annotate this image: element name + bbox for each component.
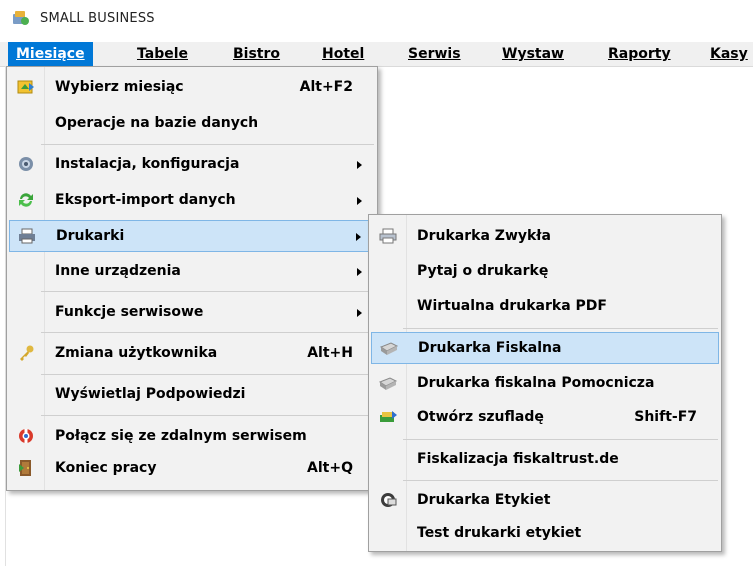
menu-item-zmiana-uzytkownika[interactable]: Zmiana użytkownika Alt+H	[9, 338, 375, 368]
menu-item-funkcje-serwisowe[interactable]: Funkcje serwisowe	[9, 297, 375, 327]
shortcut-label: Shift-F7	[634, 409, 697, 425]
key-icon	[16, 343, 36, 363]
shortcut-label: Alt+H	[307, 345, 353, 361]
menu-bistro[interactable]: Bistro	[233, 42, 280, 66]
menu-item-label: Drukarka fiskalna Pomocnicza	[417, 375, 655, 391]
menu-item-drukarki[interactable]: Drukarki	[9, 220, 375, 252]
menu-item-label: Drukarka Fiskalna	[418, 340, 562, 356]
menu-item-label: Fiskalizacja fiskaltrust.de	[417, 451, 619, 467]
menu-item-otworz-szuflade[interactable]: Otwórz szufladę Shift-F7	[371, 402, 719, 432]
menu-wystaw[interactable]: Wystaw	[502, 42, 564, 66]
menu-item-label: Drukarki	[56, 228, 125, 244]
label-printer-icon	[378, 490, 398, 510]
printer-icon	[378, 226, 398, 246]
fiscal-printer-icon	[378, 373, 398, 393]
menu-serwis[interactable]: Serwis	[408, 42, 461, 66]
menu-separator	[41, 415, 374, 416]
menu-item-label: Eksport-import danych	[55, 192, 236, 208]
menu-item-eksport-import[interactable]: Eksport-import danych	[9, 185, 375, 215]
menu-item-wirtualna-pdf[interactable]: Wirtualna drukarka PDF	[371, 291, 719, 321]
submenu-arrow-icon	[357, 268, 362, 276]
menu-item-koniec-pracy[interactable]: Koniec pracy Alt+Q	[9, 453, 375, 483]
menu-item-instalacja[interactable]: Instalacja, konfiguracja	[9, 149, 375, 179]
menu-item-label: Połącz się ze zdalnym serwisem	[55, 428, 307, 444]
menu-item-drukarka-etykiet[interactable]: Drukarka Etykiet	[371, 485, 719, 515]
menu-item-polacz-serwis[interactable]: Połącz się ze zdalnym serwisem	[9, 421, 375, 451]
submenu-arrow-icon	[357, 161, 362, 169]
miesiace-dropdown: Wybierz miesiąc Alt+F2 Operacje na bazie…	[6, 66, 378, 491]
menu-kasy[interactable]: Kasy	[710, 42, 748, 66]
submenu-arrow-icon	[357, 197, 362, 205]
fiscal-printer-icon	[379, 338, 399, 358]
menu-item-label: Drukarka Zwykła	[417, 228, 551, 244]
menu-item-label: Drukarka Etykiet	[417, 492, 551, 508]
menu-raporty[interactable]: Raporty	[608, 42, 671, 66]
menu-separator	[403, 480, 718, 481]
menu-item-label: Test drukarki etykiet	[417, 525, 582, 541]
calendar-icon	[16, 77, 36, 97]
window-title: SMALL BUSINESS	[40, 10, 155, 26]
menu-item-inne-urzadzenia[interactable]: Inne urządzenia	[9, 256, 375, 286]
menu-tabele[interactable]: Tabele	[137, 42, 188, 66]
refresh-icon	[16, 190, 36, 210]
menu-item-label: Wybierz miesiąc	[55, 79, 184, 95]
menu-item-label: Otwórz szufladę	[417, 409, 544, 425]
menu-separator	[403, 328, 718, 329]
menu-miesiace[interactable]: Miesiące	[8, 42, 93, 66]
menu-bar: Miesiące Tabele Bistro Hotel Serwis Wyst…	[0, 42, 753, 67]
app-logo-icon	[12, 9, 30, 27]
menu-item-label: Zmiana użytkownika	[55, 345, 218, 361]
menu-item-label: Funkcje serwisowe	[55, 304, 204, 320]
submenu-arrow-icon	[357, 309, 362, 317]
menu-item-drukarka-fiskalna[interactable]: Drukarka Fiskalna	[371, 332, 719, 364]
menu-item-test-etykiet[interactable]: Test drukarki etykiet	[371, 518, 719, 548]
exit-door-icon	[16, 458, 36, 478]
menu-item-operacje-bazie[interactable]: Operacje na bazie danych	[9, 108, 375, 138]
menu-item-label: Pytaj o drukarkę	[417, 263, 549, 279]
menu-item-wybierz-miesiac[interactable]: Wybierz miesiąc Alt+F2	[9, 72, 375, 102]
menu-separator	[41, 332, 374, 333]
menu-separator	[403, 439, 718, 440]
menu-item-label: Koniec pracy	[55, 460, 157, 476]
drukarki-submenu: Drukarka Zwykła Pytaj o drukarkę Wirtual…	[368, 214, 722, 552]
title-bar: SMALL BUSINESS	[0, 0, 753, 36]
menu-item-label: Instalacja, konfiguracja	[55, 156, 240, 172]
support-icon	[16, 426, 36, 446]
menu-item-drukarka-zwykla[interactable]: Drukarka Zwykła	[371, 221, 719, 251]
gear-icon	[16, 154, 36, 174]
submenu-arrow-icon	[356, 233, 361, 241]
menu-hotel[interactable]: Hotel	[322, 42, 364, 66]
menu-separator	[41, 374, 374, 375]
menu-item-label: Operacje na bazie danych	[55, 115, 259, 131]
menu-separator	[41, 291, 374, 292]
menu-item-fiskaltrust[interactable]: Fiskalizacja fiskaltrust.de	[371, 444, 719, 474]
menu-item-label: Wyświetlaj Podpowiedzi	[55, 386, 246, 402]
cash-drawer-icon	[378, 407, 398, 427]
shortcut-label: Alt+Q	[307, 460, 353, 476]
menu-separator	[41, 144, 374, 145]
menu-item-fiskalna-pomocnicza[interactable]: Drukarka fiskalna Pomocnicza	[371, 368, 719, 398]
shortcut-label: Alt+F2	[299, 79, 353, 95]
menu-item-label: Wirtualna drukarka PDF	[417, 298, 607, 314]
printer-icon	[17, 226, 37, 246]
menu-item-pytaj-o-drukarke[interactable]: Pytaj o drukarkę	[371, 256, 719, 286]
menu-item-wyswietlaj-podpowiedzi[interactable]: Wyświetlaj Podpowiedzi	[9, 379, 375, 409]
menu-item-label: Inne urządzenia	[55, 263, 181, 279]
